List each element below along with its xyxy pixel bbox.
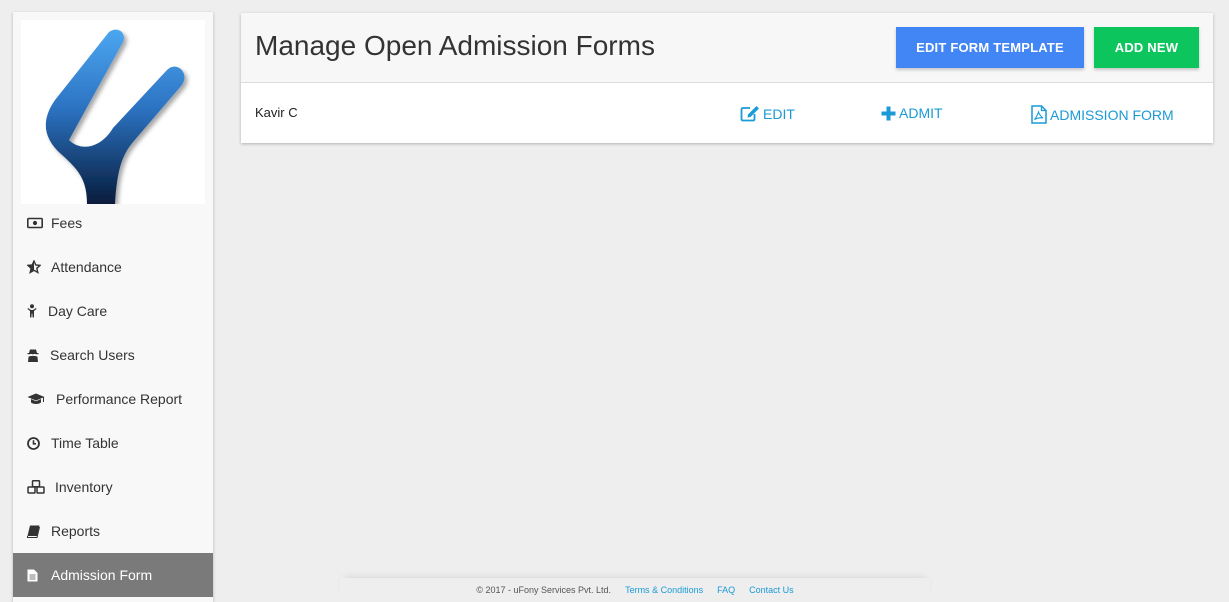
sidebar-item-search-users[interactable]: Search Users [13, 333, 213, 377]
sidebar-item-performance-report[interactable]: Performance Report [13, 377, 213, 421]
contact-us-link[interactable]: Contact Us [749, 585, 794, 595]
pdf-file-icon [1031, 105, 1047, 124]
book-icon [27, 525, 51, 538]
sidebar-item-admission-form[interactable]: Admission Form [13, 553, 213, 597]
sidebar-item-attendance[interactable]: Attendance [13, 245, 213, 289]
edit-label: EDIT [763, 105, 795, 122]
sidebar-item-label: Admission Form [51, 567, 153, 583]
child-icon [27, 304, 48, 318]
edit-link[interactable]: EDIT [740, 105, 795, 122]
sidebar-nav: Fees Attendance Day Care Search Users Pe… [13, 201, 213, 597]
sidebar-item-label: Performance Report [56, 391, 183, 407]
admission-forms-panel: Manage Open Admission Forms EDIT FORM TE… [241, 13, 1213, 143]
cubes-icon [27, 480, 55, 494]
graduation-cap-icon [27, 393, 56, 405]
sidebar-item-label: Inventory [55, 479, 113, 495]
sidebar: Fees Attendance Day Care Search Users Pe… [13, 12, 213, 602]
footer-copyright: © 2017 - uFony Services Pvt. Ltd. [476, 585, 612, 595]
admit-label: ADMIT [899, 105, 943, 121]
sidebar-item-time-table[interactable]: Time Table [13, 421, 213, 465]
sidebar-item-label: Attendance [51, 259, 122, 275]
sidebar-item-fees[interactable]: Fees [13, 201, 213, 245]
list-item: Kavir C EDIT ADMIT ADMISSION FORM [241, 83, 1213, 142]
faq-link[interactable]: FAQ [717, 585, 735, 595]
sidebar-item-label: Time Table [51, 435, 119, 451]
edit-form-template-button[interactable]: EDIT FORM TEMPLATE [896, 27, 1084, 68]
add-new-button[interactable]: ADD NEW [1094, 27, 1199, 68]
student-name: Kavir C [255, 105, 298, 120]
sidebar-item-day-care[interactable]: Day Care [13, 289, 213, 333]
terms-link[interactable]: Terms & Conditions [625, 585, 703, 595]
admission-form-link[interactable]: ADMISSION FORM [1031, 105, 1174, 124]
user-secret-icon [27, 348, 50, 362]
ufony-logo [21, 20, 205, 204]
page-title: Manage Open Admission Forms [255, 30, 655, 61]
money-icon [27, 217, 51, 229]
sidebar-item-label: Reports [51, 523, 101, 539]
sidebar-item-label: Fees [51, 215, 83, 231]
edit-icon [740, 106, 759, 122]
plus-icon [881, 106, 896, 120]
footer: © 2017 - uFony Services Pvt. Ltd. Terms … [340, 578, 930, 602]
sidebar-item-label: Search Users [50, 347, 135, 363]
sidebar-item-inventory[interactable]: Inventory [13, 465, 213, 509]
panel-header: Manage Open Admission Forms EDIT FORM TE… [241, 13, 1213, 83]
star-half-icon [27, 260, 51, 274]
clock-icon [27, 436, 51, 450]
sidebar-item-label: Day Care [48, 303, 108, 319]
admit-link[interactable]: ADMIT [881, 105, 943, 121]
file-text-icon [27, 569, 51, 582]
sidebar-item-reports[interactable]: Reports [13, 509, 213, 553]
admission-form-label: ADMISSION FORM [1050, 106, 1174, 123]
